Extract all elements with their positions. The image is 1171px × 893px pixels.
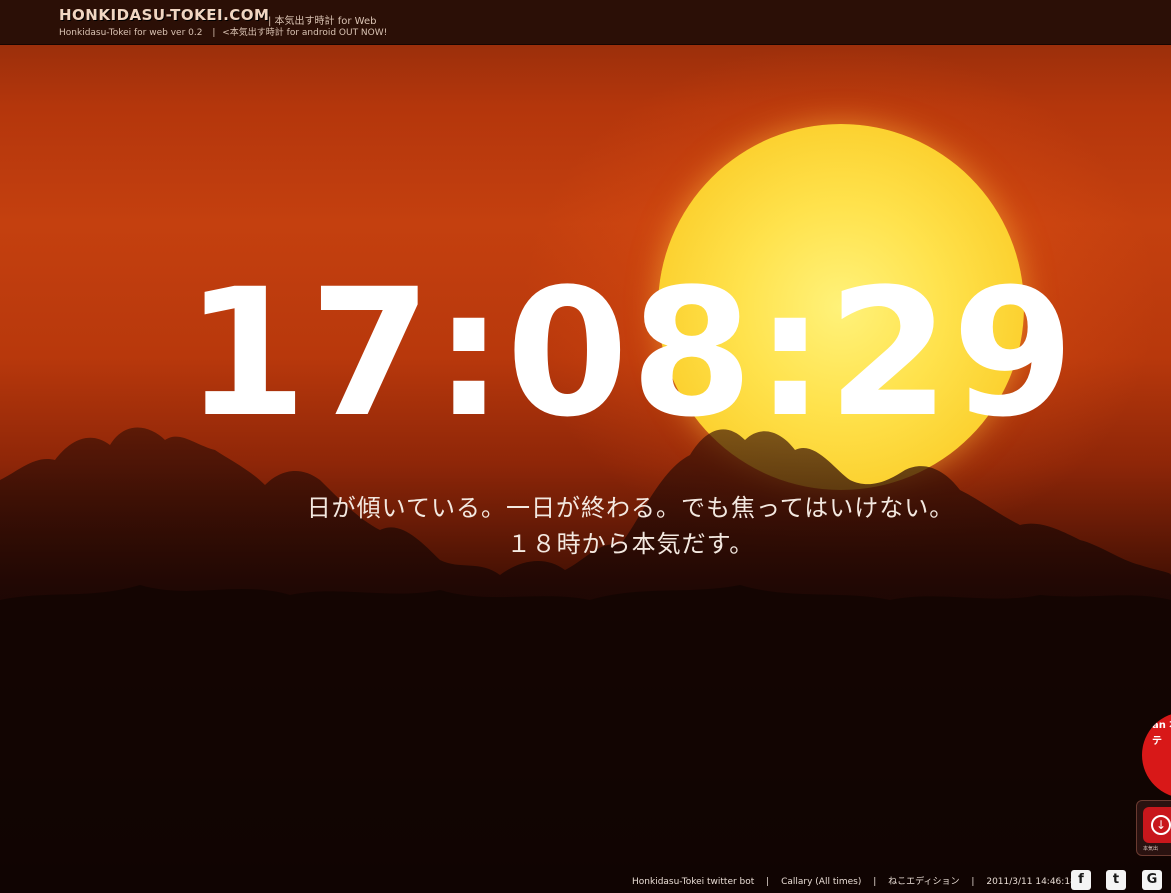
twitter-icon[interactable]: t: [1106, 870, 1126, 890]
top-bar: HONKIDASU-TOKEI.COM | 本気出す時計 for Web Hon…: [0, 0, 1171, 45]
facebook-icon[interactable]: f: [1071, 870, 1091, 890]
version-text: Honkidasu-Tokei for web ver 0.2: [59, 28, 203, 38]
google-icon[interactable]: G: [1142, 870, 1162, 890]
footer-datetime[interactable]: 2011/3/11 14:46:18: [986, 877, 1075, 887]
footer-separator: |: [971, 877, 975, 887]
neko-edition-link[interactable]: ねこエディション: [888, 877, 959, 887]
badge-text: an 本気 テ: [1152, 720, 1171, 747]
site-logo[interactable]: HONKIDASU-TOKEI.COM: [59, 6, 269, 24]
header-separator: |: [212, 28, 216, 38]
footer-separator: |: [766, 877, 770, 887]
version-line: Honkidasu-Tokei for web ver 0.2 | <本気出す時…: [59, 25, 390, 38]
message-line-2: １８時から本気だす。: [506, 530, 755, 558]
page: HONKIDASU-TOKEI.COM | 本気出す時計 for Web Hon…: [0, 0, 1171, 893]
download-icon: ↓: [1143, 807, 1171, 843]
app-download-box[interactable]: ↓ 本気出: [1136, 800, 1171, 856]
gallery-link[interactable]: Callary (All times): [781, 877, 861, 887]
footer: Honkidasu-Tokei twitter bot | Callary (A…: [632, 874, 1076, 887]
twitter-bot-link[interactable]: Honkidasu-Tokei twitter bot: [632, 877, 754, 887]
app-caption: 本気出: [1143, 846, 1159, 852]
android-link[interactable]: <本気出す時計 for android OUT NOW!: [222, 28, 387, 38]
footer-separator: |: [873, 877, 877, 887]
message-line-1: 日が傾いている。一日が終わる。でも焦ってはいけない。: [306, 494, 955, 522]
clock-display: 17:08:29: [184, 251, 1077, 456]
